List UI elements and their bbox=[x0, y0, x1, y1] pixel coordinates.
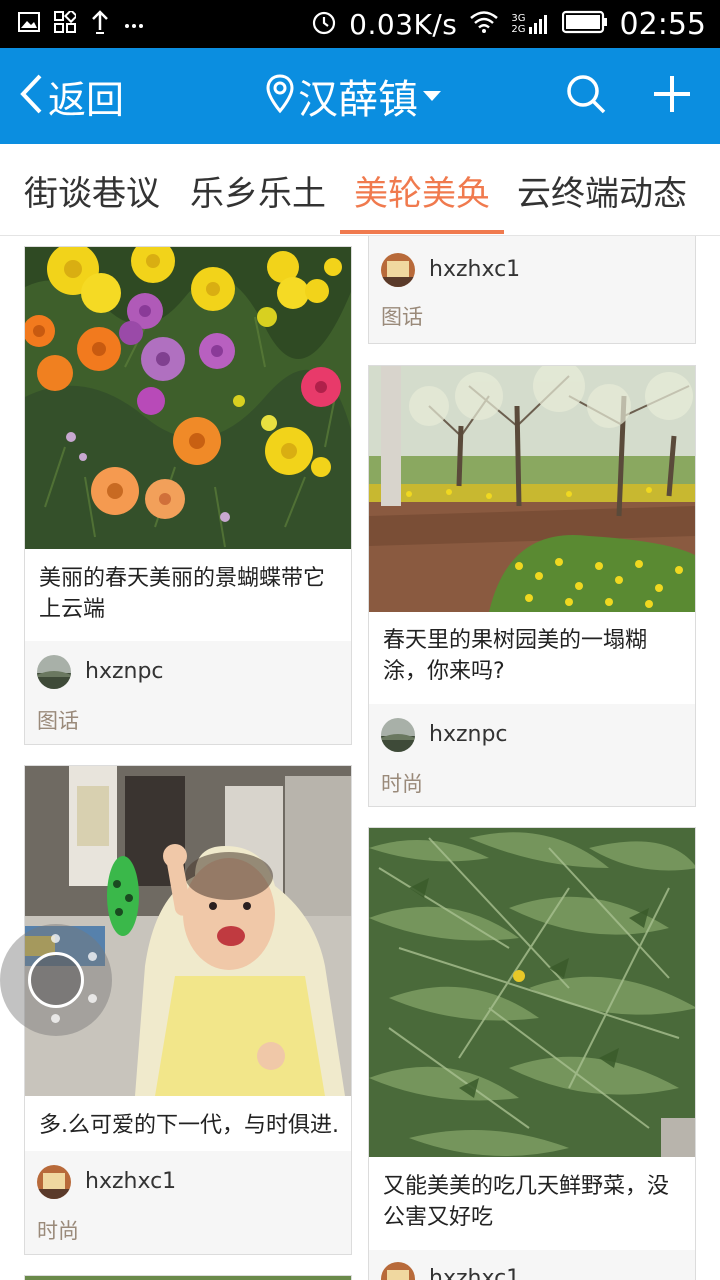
post-photo[interactable] bbox=[25, 1276, 351, 1280]
tab-le-xiang-le-tu[interactable]: 乐乡乐土 bbox=[186, 144, 330, 236]
active-tab-indicator bbox=[340, 230, 504, 234]
location-selector[interactable]: 汉薛镇 bbox=[266, 48, 442, 144]
flower-photo bbox=[25, 247, 351, 549]
image-notification-icon bbox=[18, 12, 40, 36]
grid-app-icon bbox=[54, 8, 79, 37]
post-card[interactable]: 美丽的春天美丽的景蝴蝶带它上云端 hxznpc 图话 bbox=[24, 246, 352, 745]
tab-mei-lun-mei-huan[interactable]: 美轮美奂 bbox=[348, 144, 496, 236]
post-card[interactable]: hxzhxc1 图话 bbox=[368, 236, 696, 344]
assistive-dot bbox=[88, 952, 97, 961]
network-speed: 0.03K/s bbox=[349, 7, 458, 41]
post-category: 时尚 bbox=[381, 772, 423, 796]
assistive-center bbox=[28, 952, 84, 1008]
post-card[interactable]: 又能美美的吃几天鲜野菜，没公害又好吃 hxzhxc1 bbox=[368, 827, 696, 1280]
orchard-photo bbox=[369, 366, 695, 612]
assistive-touch-button[interactable] bbox=[0, 924, 112, 1036]
search-button[interactable] bbox=[562, 72, 610, 120]
post-meta: hxznpc 时尚 bbox=[369, 704, 695, 806]
post-meta: hxznpc 图话 bbox=[25, 641, 351, 744]
post-card[interactable]: 春天里的果树园美的一塌糊涂，你来吗? hxznpc 时尚 bbox=[368, 365, 696, 807]
avatar bbox=[381, 718, 415, 752]
post-category: 图话 bbox=[381, 305, 423, 329]
clock: 02:55 bbox=[619, 6, 706, 42]
post-meta: hxzhxc1 时尚 bbox=[25, 1151, 351, 1254]
post-photo[interactable] bbox=[369, 828, 695, 1157]
wild-greens-photo bbox=[369, 828, 695, 1157]
post-title: 又能美美的吃几天鲜野菜，没公害又好吃 bbox=[383, 1174, 670, 1230]
back-chevron-icon bbox=[18, 73, 44, 119]
avatar bbox=[37, 1165, 71, 1199]
post-author[interactable]: hxzhxc1 bbox=[85, 1169, 176, 1194]
alarm-icon bbox=[311, 9, 337, 39]
post-photo[interactable] bbox=[369, 366, 695, 612]
category-tabs: 街谈巷议 乐乡乐土 美轮美奂 云终端动态 bbox=[0, 144, 720, 236]
tab-jie-tan-xiang-yi[interactable]: 街谈巷议 bbox=[20, 144, 164, 236]
avatar bbox=[37, 655, 71, 689]
status-bar-right: 0.03K/s 3G 2G 02:55 bbox=[311, 0, 706, 48]
post-meta: hxzhxc1 图话 bbox=[369, 236, 695, 343]
tab-yun-zhong-duan-dong-tai[interactable]: 云终端动态 bbox=[512, 144, 692, 236]
app-root: 0.03K/s 3G 2G 02:55 返回 汉薛镇 街谈巷议 乐乡乐土 美轮美… bbox=[0, 0, 720, 1280]
post-photo[interactable] bbox=[25, 247, 351, 549]
assistive-dot bbox=[51, 1014, 60, 1023]
post-author[interactable]: hxznpc bbox=[85, 659, 164, 684]
photo-feed[interactable]: 美丽的春天美丽的景蝴蝶带它上云端 hxznpc 图话 多.么可爱的下一代，与时俱… bbox=[0, 236, 720, 1280]
assistive-dot bbox=[88, 994, 97, 1003]
post-title: 春天里的果树园美的一塌糊涂，你来吗? bbox=[383, 628, 648, 684]
location-pin-icon bbox=[266, 74, 294, 118]
post-category: 时尚 bbox=[37, 1219, 79, 1243]
wifi-icon bbox=[469, 10, 499, 38]
post-author[interactable]: hxznpc bbox=[429, 722, 508, 747]
back-label: 返回 bbox=[48, 77, 125, 122]
assistive-dot bbox=[51, 934, 60, 943]
add-post-button[interactable] bbox=[648, 72, 696, 120]
post-category: 图话 bbox=[37, 709, 79, 733]
post-title: 美丽的春天美丽的景蝴蝶带它上云端 bbox=[39, 566, 326, 622]
search-icon bbox=[565, 73, 607, 119]
dropdown-caret-icon bbox=[422, 87, 442, 106]
signal-3g-2g-icon: 3G 2G bbox=[511, 13, 549, 35]
post-author[interactable]: hxzhxc1 bbox=[429, 1266, 520, 1280]
location-label: 汉薛镇 bbox=[298, 77, 418, 123]
status-bar-left bbox=[18, 0, 144, 48]
net-type-top: 3G bbox=[511, 13, 526, 24]
back-button[interactable]: 返回 bbox=[18, 48, 124, 144]
app-header: 返回 汉薛镇 bbox=[0, 48, 720, 144]
net-type-bottom: 2G bbox=[511, 24, 526, 35]
post-meta: hxzhxc1 bbox=[369, 1250, 695, 1280]
partial-photo bbox=[25, 1276, 351, 1280]
post-author[interactable]: hxzhxc1 bbox=[429, 257, 520, 282]
post-title: 多.么可爱的下一代，与时俱进. bbox=[39, 1113, 339, 1138]
status-bar: 0.03K/s 3G 2G 02:55 bbox=[0, 0, 720, 48]
plus-icon bbox=[652, 74, 692, 118]
avatar bbox=[381, 1262, 415, 1280]
battery-icon bbox=[561, 10, 608, 38]
avatar bbox=[381, 253, 415, 287]
more-dots-icon bbox=[124, 15, 144, 34]
post-card[interactable] bbox=[24, 1275, 352, 1280]
upload-arrow-icon bbox=[90, 10, 110, 38]
